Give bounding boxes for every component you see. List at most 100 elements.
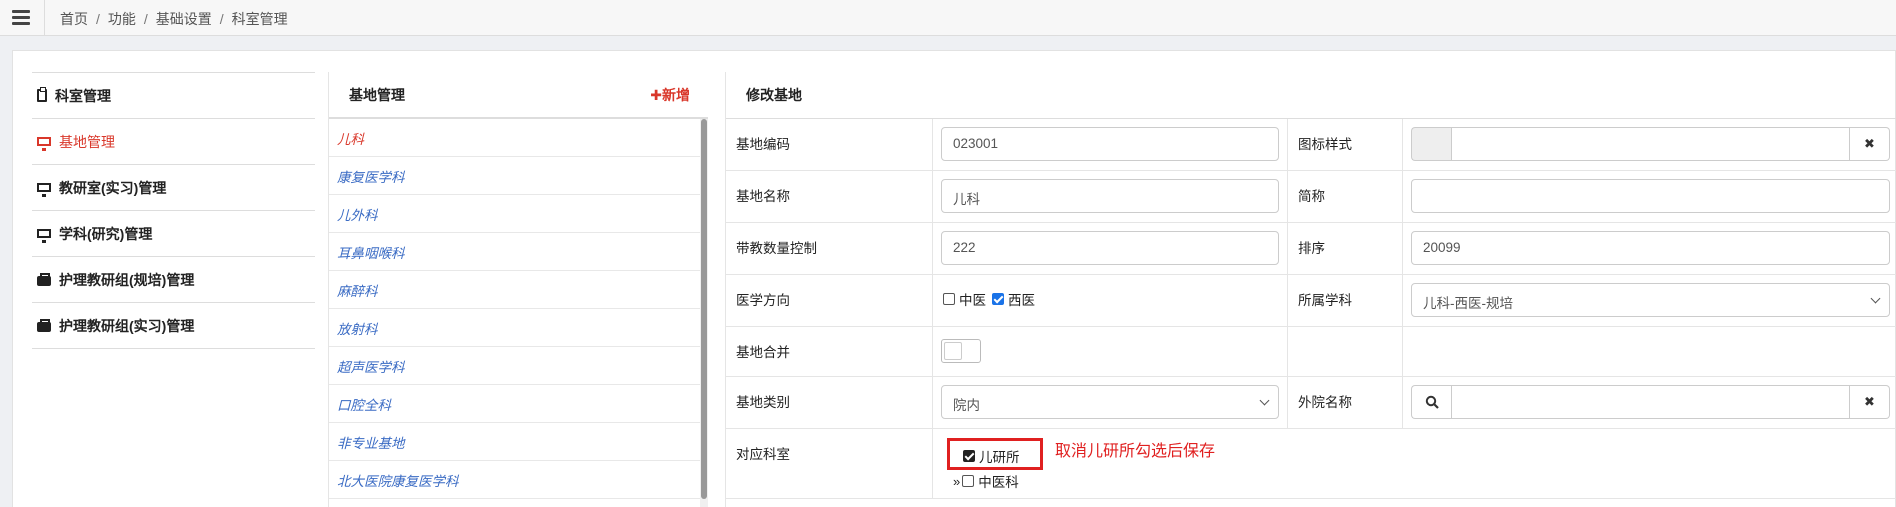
form-grid: 基地编码 023001 图标样式 ✖ 基地名称 儿科 简称 带教数量控制 222… [726, 119, 1896, 499]
menu-item-nursing-residency[interactable]: 护理教研组(规培)管理 [32, 257, 315, 303]
code-input[interactable]: 023001 [941, 127, 1279, 161]
menu-item-dept-management[interactable]: 科室管理 [32, 73, 315, 119]
external-label: 外院名称 [1298, 395, 1352, 410]
list-item[interactable]: 放射科 [329, 309, 701, 347]
hamburger-menu-icon[interactable] [12, 10, 30, 25]
list-item[interactable]: 麻醉科 [329, 271, 701, 309]
base-list-header: 基地管理 ✚新增 [329, 72, 708, 119]
clipboard-icon [37, 87, 47, 102]
form-row: 医学方向 中医 西医 所属学科 儿科-西医-规培 [726, 275, 1896, 327]
menu-item-base-management[interactable]: 基地管理 [32, 119, 315, 165]
external-group: ✖ [1411, 385, 1890, 419]
merge-label: 基地合并 [736, 345, 790, 360]
western-label: 西医 [1008, 293, 1035, 308]
tcm-label: 中医 [959, 293, 986, 308]
search-button[interactable] [1411, 385, 1451, 419]
list-item[interactable]: 北大医院康复医学科 [329, 461, 701, 499]
form-row: 基地合并 [726, 327, 1896, 377]
tcm-dept-checkbox[interactable] [962, 475, 975, 487]
scrollbar-thumb[interactable] [701, 119, 707, 499]
top-bar: 首页 / 功能 / 基础设置 / 科室管理 [0, 0, 1896, 36]
base-list-panel: 基地管理 ✚新增 儿科 康复医学科 儿外科 耳鼻咽喉科 麻醉科 放射科 超声医学… [328, 72, 708, 507]
direction-label: 医学方向 [736, 293, 790, 308]
discipline-select[interactable]: 儿科-西医-规培 [1411, 283, 1890, 317]
form-row: 基地类别 院内 外院名称 ✖ [726, 377, 1896, 429]
clear-icon-button[interactable]: ✖ [1850, 127, 1890, 161]
list-item[interactable]: 康复医学科 [329, 157, 701, 195]
menu-item-label: 教研室(实习)管理 [59, 179, 167, 196]
edit-form-panel: 修改基地 基地编码 023001 图标样式 ✖ 基地名称 儿科 简称 带教数量控… [725, 72, 1896, 507]
western-checkbox[interactable] [992, 293, 1004, 305]
form-row: 基地名称 儿科 简称 [726, 171, 1896, 223]
direction-checkboxes: 中医 西医 [943, 289, 1035, 309]
type-label: 基地类别 [736, 395, 790, 410]
list-scrollbar[interactable] [700, 119, 708, 507]
clear-external-button[interactable]: ✖ [1850, 385, 1890, 419]
menu-item-teaching-office[interactable]: 教研室(实习)管理 [32, 165, 315, 211]
form-title: 修改基地 [726, 72, 1896, 119]
breadcrumb-home[interactable]: 首页 [60, 11, 88, 27]
dept-label: 对应科室 [736, 447, 790, 462]
list-item[interactable]: 口腔全科 [329, 385, 701, 423]
breadcrumb-current: 科室管理 [231, 11, 288, 27]
abbr-label: 简称 [1298, 189, 1325, 204]
abbr-input[interactable] [1411, 179, 1890, 213]
eryansuo-checkbox[interactable] [963, 450, 975, 462]
name-label: 基地名称 [736, 189, 790, 204]
count-label: 带教数量控制 [736, 241, 817, 256]
code-label: 基地编码 [736, 137, 790, 152]
menu-item-label: 护理教研组(规培)管理 [59, 271, 195, 288]
menu-item-label: 护理教研组(实习)管理 [59, 317, 195, 334]
tcm-checkbox[interactable] [943, 293, 955, 305]
form-row: 对应科室 儿研所 » 中医科 取消儿研所勾选后保存 [726, 429, 1896, 499]
menu-item-discipline[interactable]: 学科(研究)管理 [32, 211, 315, 257]
menu-item-label: 学科(研究)管理 [59, 225, 153, 242]
menu-item-label: 科室管理 [55, 87, 111, 104]
monitor-icon [37, 183, 51, 197]
breadcrumb-basic-settings[interactable]: 基础设置 [156, 11, 212, 27]
briefcase-icon [37, 273, 51, 286]
close-icon: ✖ [1864, 394, 1875, 409]
list-item[interactable]: 儿外科 [329, 195, 701, 233]
expand-chevron-icon[interactable]: » [953, 474, 960, 489]
order-label: 排序 [1298, 241, 1325, 256]
form-row: 基地编码 023001 图标样式 ✖ [726, 119, 1896, 171]
list-item[interactable]: 非专业基地 [329, 423, 701, 461]
breadcrumb: 首页 / 功能 / 基础设置 / 科室管理 [60, 11, 288, 27]
base-list: 儿科 康复医学科 儿外科 耳鼻咽喉科 麻醉科 放射科 超声医学科 口腔全科 非专… [329, 119, 701, 499]
base-list-title: 基地管理 [349, 86, 405, 103]
menu-item-label: 基地管理 [59, 133, 115, 150]
form-row: 带教数量控制 222 排序 20099 [726, 223, 1896, 275]
close-icon: ✖ [1864, 136, 1875, 151]
left-menu: 科室管理 基地管理 教研室(实习)管理 学科(研究)管理 护理教研组(规培)管理… [32, 72, 315, 349]
main-panel: 科室管理 基地管理 教研室(实习)管理 学科(研究)管理 护理教研组(规培)管理… [12, 50, 1896, 507]
toggle-knob [944, 342, 962, 360]
annotation-text: 取消儿研所勾选后保存 [1055, 443, 1216, 460]
type-select[interactable]: 院内 [941, 385, 1279, 419]
tcm-dept-label: 中医科 [978, 475, 1019, 490]
merge-toggle[interactable] [941, 339, 981, 363]
name-input[interactable]: 儿科 [941, 179, 1279, 213]
monitor-icon [37, 137, 51, 151]
order-input[interactable]: 20099 [1411, 231, 1890, 265]
add-base-button[interactable]: ✚新增 [650, 85, 690, 105]
discipline-label: 所属学科 [1298, 293, 1352, 308]
menu-item-nursing-internship[interactable]: 护理教研组(实习)管理 [32, 303, 315, 349]
icon-style-label: 图标样式 [1298, 137, 1352, 152]
briefcase-icon [37, 319, 51, 332]
list-item[interactable]: 超声医学科 [329, 347, 701, 385]
tree-node-eryansuo[interactable]: 儿研所 [963, 446, 1020, 466]
eryansuo-label: 儿研所 [979, 450, 1020, 465]
external-name-input[interactable] [1451, 385, 1850, 419]
icon-style-input[interactable] [1451, 127, 1850, 161]
topbar-divider [44, 0, 45, 36]
monitor-icon [37, 229, 51, 243]
count-input[interactable]: 222 [941, 231, 1279, 265]
icon-preview [1411, 127, 1451, 161]
icon-style-group: ✖ [1411, 127, 1890, 161]
search-icon [1425, 395, 1439, 409]
breadcrumb-function[interactable]: 功能 [108, 11, 136, 27]
tree-node-tcm[interactable]: » 中医科 [953, 471, 1019, 491]
list-item[interactable]: 儿科 [329, 119, 701, 157]
list-item[interactable]: 耳鼻咽喉科 [329, 233, 701, 271]
